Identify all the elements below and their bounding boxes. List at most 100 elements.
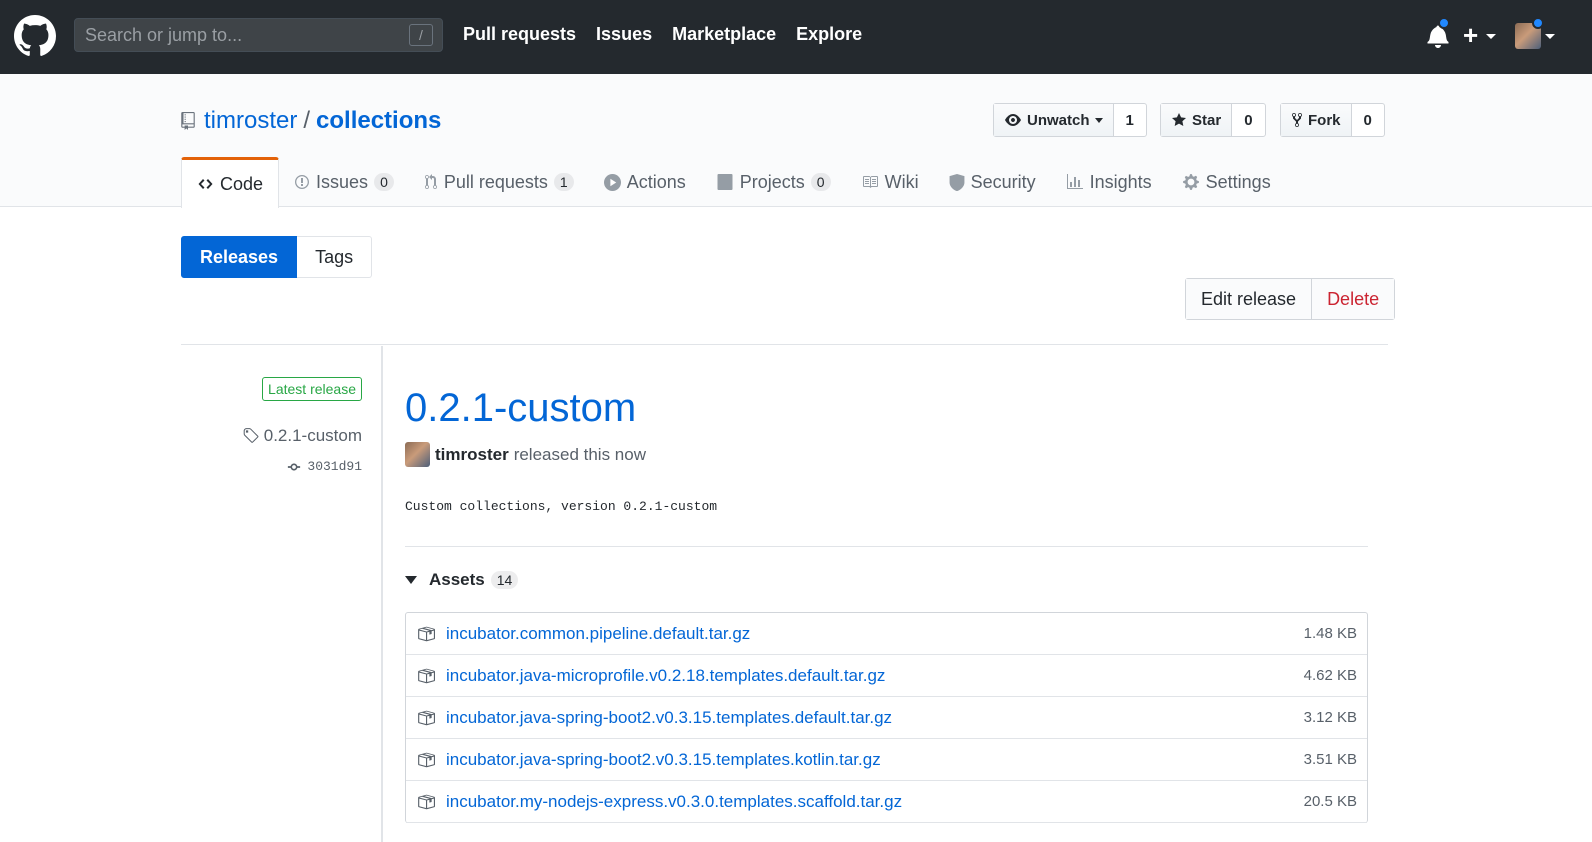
- delete-release-button[interactable]: Delete: [1312, 279, 1395, 319]
- star-button[interactable]: Star: [1161, 104, 1233, 136]
- tab-label: Issues: [316, 171, 369, 192]
- nav-pull-requests[interactable]: Pull requests: [463, 24, 576, 45]
- fork-count[interactable]: 0: [1352, 104, 1384, 136]
- asset-link[interactable]: incubator.common.pipeline.default.tar.gz: [446, 624, 750, 644]
- code-icon: [198, 179, 213, 189]
- pull-requests-counter: 1: [553, 173, 574, 191]
- tab-settings[interactable]: Settings: [1167, 157, 1286, 207]
- tab-label: Insights: [1089, 171, 1152, 192]
- asset-link[interactable]: incubator.java-spring-boot2.v0.3.15.temp…: [446, 708, 892, 728]
- issues-counter: 0: [374, 173, 394, 191]
- tags-tab[interactable]: Tags: [297, 236, 373, 278]
- git-commit-icon: [288, 463, 301, 470]
- repo-name-link[interactable]: collections: [316, 107, 441, 135]
- search-input[interactable]: [85, 24, 385, 46]
- site-header: / Pull requests Issues Marketplace Explo…: [0, 0, 1592, 74]
- asset-link[interactable]: incubator.my-nodejs-express.v0.3.0.templ…: [446, 792, 902, 812]
- release-tag[interactable]: 0.2.1-custom: [242, 426, 362, 446]
- tab-code[interactable]: Code: [181, 157, 280, 208]
- tab-issues[interactable]: Issues 0: [279, 157, 409, 207]
- triangle-down-icon: [405, 576, 417, 584]
- tab-label: Settings: [1205, 171, 1271, 192]
- nav-explore[interactable]: Explore: [796, 24, 862, 45]
- author-avatar[interactable]: [405, 442, 430, 467]
- asset-row: incubator.java-spring-boot2.v0.3.15.temp…: [406, 697, 1367, 739]
- release-description: Custom collections, version 0.2.1-custom: [405, 499, 718, 514]
- eye-icon: [1005, 114, 1021, 126]
- package-icon: [418, 626, 435, 641]
- fork-icon: [1292, 112, 1302, 128]
- asset-row: incubator.common.pipeline.default.tar.gz…: [406, 613, 1367, 655]
- watch-group: Unwatch 1: [993, 103, 1147, 137]
- watch-count[interactable]: 1: [1114, 104, 1146, 136]
- create-new-button[interactable]: +: [1463, 22, 1478, 48]
- asset-row: incubator.my-nodejs-express.v0.3.0.templ…: [406, 781, 1367, 823]
- watch-button[interactable]: Unwatch: [994, 104, 1114, 136]
- watch-caret-icon: [1094, 117, 1103, 123]
- repo-nav: Code Issues 0 Pull requests 1 Actions Pr…: [181, 157, 1286, 208]
- asset-size: 3.51 KB: [1303, 751, 1357, 768]
- package-icon: [418, 794, 435, 809]
- repo-owner-link[interactable]: timroster: [204, 107, 297, 135]
- fork-group: Fork 0: [1280, 103, 1385, 137]
- repo-header: timroster / collections Unwatch 1 Star 0…: [0, 74, 1592, 208]
- nav-issues[interactable]: Issues: [596, 24, 652, 45]
- assets-list: incubator.common.pipeline.default.tar.gz…: [405, 612, 1368, 823]
- fork-label: Fork: [1308, 111, 1341, 129]
- project-icon: [717, 174, 733, 190]
- asset-link[interactable]: incubator.java-microprofile.v0.2.18.temp…: [446, 666, 885, 686]
- package-icon: [418, 710, 435, 725]
- gear-icon: [1182, 174, 1199, 190]
- tab-insights[interactable]: Insights: [1051, 157, 1167, 207]
- graph-icon: [1066, 174, 1083, 189]
- fork-button[interactable]: Fork: [1281, 104, 1352, 136]
- tab-label: Wiki: [884, 171, 919, 192]
- divider: [181, 344, 1388, 345]
- releases-tab[interactable]: Releases: [181, 236, 298, 278]
- repo-icon: [181, 112, 195, 130]
- asset-row: incubator.java-spring-boot2.v0.3.15.temp…: [406, 739, 1367, 781]
- release-title[interactable]: 0.2.1-custom: [405, 384, 636, 432]
- tab-wiki[interactable]: Wiki: [846, 157, 934, 207]
- assets-toggle[interactable]: Assets 14: [405, 570, 519, 590]
- package-icon: [418, 752, 435, 767]
- tab-projects[interactable]: Projects 0: [701, 157, 846, 207]
- watch-label: Unwatch: [1027, 111, 1090, 129]
- latest-release-badge: Latest release: [262, 377, 362, 401]
- star-icon: [1172, 113, 1186, 126]
- package-icon: [418, 668, 435, 683]
- search-shortcut-key: /: [409, 24, 433, 46]
- asset-link[interactable]: incubator.java-spring-boot2.v0.3.15.temp…: [446, 750, 881, 770]
- tab-actions[interactable]: Actions: [589, 157, 701, 207]
- author-name[interactable]: timroster: [435, 445, 509, 465]
- book-icon: [862, 176, 878, 188]
- release-meta: Latest release 0.2.1-custom 3031d91: [181, 346, 383, 842]
- top-nav: Pull requests Issues Marketplace Explore: [463, 24, 882, 45]
- tab-label: Actions: [626, 171, 686, 192]
- tab-pull-requests[interactable]: Pull requests 1: [409, 157, 589, 207]
- tab-label: Security: [970, 171, 1036, 192]
- edit-release-button[interactable]: Edit release: [1186, 279, 1313, 319]
- shield-icon: [949, 173, 965, 191]
- avatar-status-dot: [1532, 17, 1544, 29]
- tab-label: Code: [220, 173, 264, 194]
- star-count[interactable]: 0: [1232, 104, 1264, 136]
- asset-size: 20.5 KB: [1303, 793, 1357, 810]
- nav-marketplace[interactable]: Marketplace: [672, 24, 776, 45]
- tab-label: Pull requests: [443, 171, 548, 192]
- github-logo-icon[interactable]: [14, 15, 56, 57]
- release-actions: Edit release Delete: [1185, 278, 1396, 320]
- avatar-caret-icon: [1545, 34, 1555, 39]
- release-byline: timroster released this now: [405, 442, 646, 467]
- asset-size: 1.48 KB: [1303, 625, 1357, 642]
- repo-title: timroster / collections: [181, 107, 441, 135]
- asset-row: incubator.java-microprofile.v0.2.18.temp…: [406, 655, 1367, 697]
- notification-dot: [1438, 17, 1450, 29]
- release-commit[interactable]: 3031d91: [285, 459, 362, 474]
- assets-counter: 14: [490, 571, 519, 589]
- tag-name: 0.2.1-custom: [263, 426, 362, 445]
- tag-icon: [243, 428, 259, 443]
- divider: [405, 546, 1368, 547]
- tab-security[interactable]: Security: [934, 157, 1051, 207]
- search-box[interactable]: /: [74, 18, 443, 52]
